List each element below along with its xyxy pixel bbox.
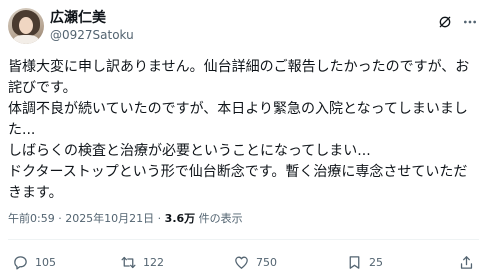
action-bar: 105 122 750 25 <box>0 252 487 272</box>
reply-count: 105 <box>35 255 56 269</box>
author-handle[interactable]: @0927Satoku <box>50 28 134 42</box>
post-text: 皆様大変に申し訳ありません。仙台詳細のご報告したかったのですが、お 詫びです。 … <box>8 57 480 204</box>
post: 広瀬仁美 @0927Satoku 皆様大変に申し訳ありません。仙台詳細のご報告し… <box>0 0 487 277</box>
bookmark-icon <box>349 255 360 269</box>
reply-button[interactable]: 105 <box>12 252 56 272</box>
like-count: 750 <box>256 255 277 269</box>
post-text-line: しばらくの検査と治療が必要ということになってしまい... <box>8 143 371 159</box>
post-text-line: 皆様大変に申し訳ありません。仙台詳細のご報告したかったのですが、お <box>8 59 470 75</box>
reply-icon <box>14 255 27 270</box>
post-timestamp[interactable]: 午前0:59 · 2025年10月21日 · <box>8 212 165 225</box>
share-button[interactable] <box>458 252 475 272</box>
share-icon <box>460 255 473 269</box>
divider <box>8 239 479 240</box>
heart-icon <box>235 256 248 269</box>
view-count: 3.6万 <box>164 212 196 225</box>
grok-icon[interactable] <box>437 14 453 30</box>
post-text-line: 詫びです。 <box>8 80 77 96</box>
post-text-line: きます。 <box>8 185 63 201</box>
author-name[interactable]: 広瀬仁美 <box>50 10 106 26</box>
retweet-icon <box>121 256 136 268</box>
view-label: 件の表示 <box>195 212 243 225</box>
post-text-line: ドクターストップという形で仙台断念です。暫く治療に専念させていただ <box>8 164 468 180</box>
post-text-line: 体調不良が続いていたのですが、本日より緊急の入院となってしまいまし <box>8 101 468 117</box>
post-meta: 午前0:59 · 2025年10月21日 · 3.6万 件の表示 <box>8 212 243 226</box>
retweet-button[interactable]: 122 <box>120 252 164 272</box>
bookmark-count: 25 <box>369 255 383 269</box>
retweet-count: 122 <box>143 255 164 269</box>
like-button[interactable]: 750 <box>233 252 277 272</box>
post-text-line: た... <box>8 122 36 138</box>
more-icon[interactable] <box>462 14 478 30</box>
avatar[interactable] <box>8 8 44 44</box>
bookmark-button[interactable]: 25 <box>346 252 383 272</box>
